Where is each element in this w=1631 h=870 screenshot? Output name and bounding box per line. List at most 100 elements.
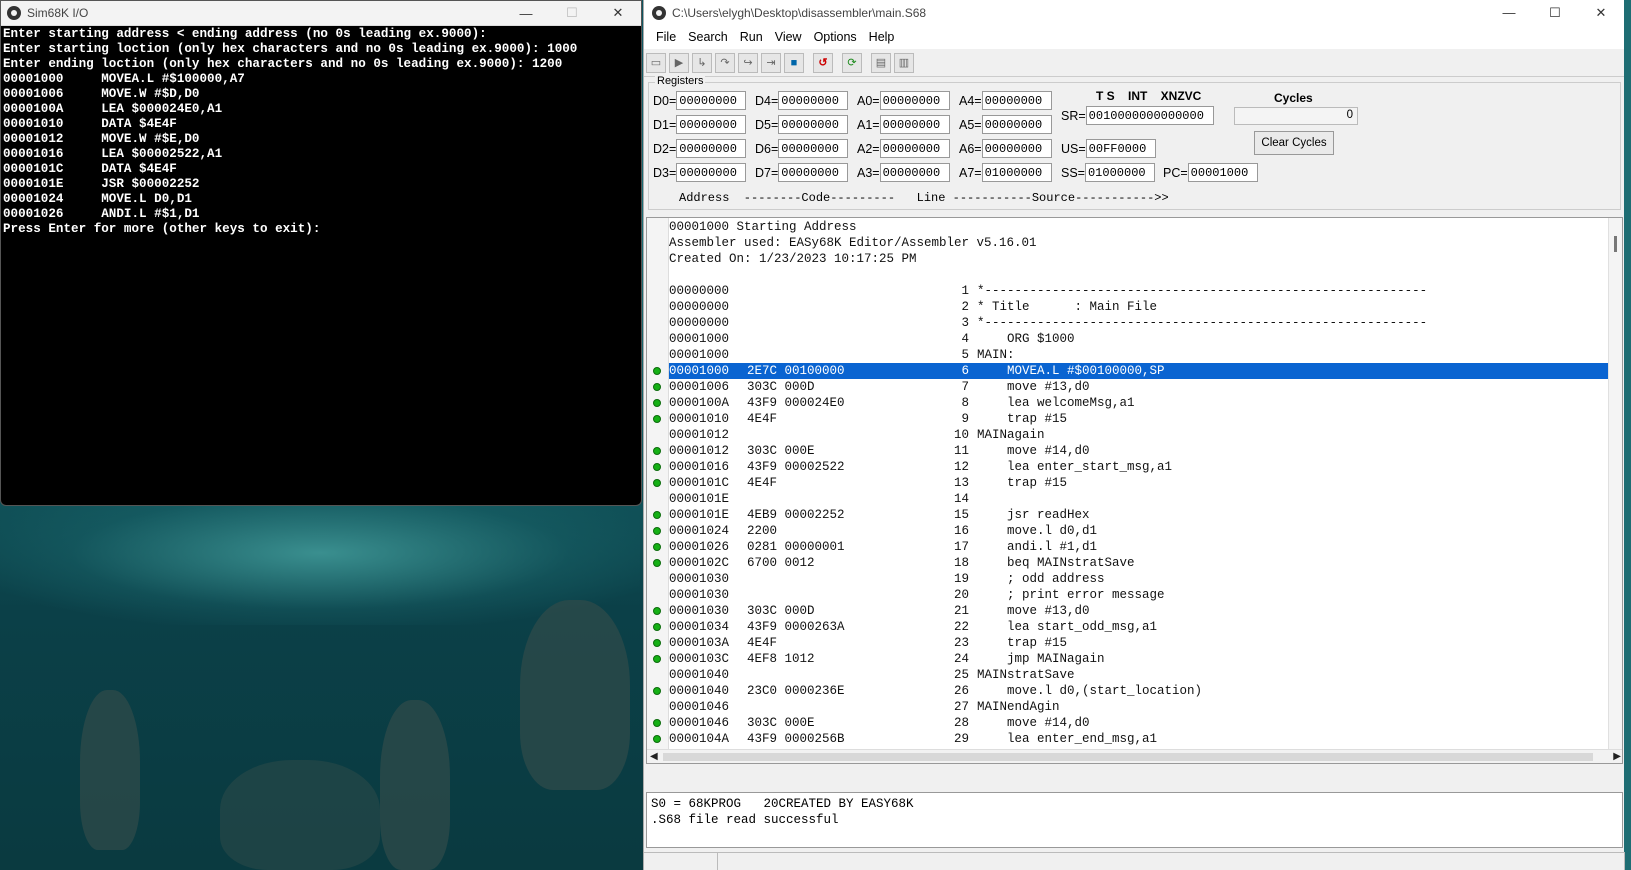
listing-row[interactable]: 00001026 0281 00000001 17 andi.l #1,d1	[653, 539, 1608, 555]
breakpoint-dot-icon[interactable]	[653, 463, 661, 471]
minimize-button[interactable]: —	[503, 1, 549, 25]
scroll-thumb[interactable]	[663, 753, 1593, 761]
breakpoint-dot-icon[interactable]	[653, 479, 661, 487]
register-a1-value[interactable]: 00000000	[879, 115, 950, 134]
menu-help[interactable]: Help	[863, 30, 901, 44]
reload-icon[interactable]: ⟳	[842, 52, 862, 73]
run-to-icon[interactable]: ↪	[738, 52, 758, 73]
listing-row[interactable]: 00001040 25 MAINstratSave	[669, 667, 1608, 683]
listing-row[interactable]: 00001030 303C 000D 21 move #13,d0	[653, 603, 1608, 619]
listing-row[interactable]: 0000103C 4EF8 1012 24 jmp MAINagain	[653, 651, 1608, 667]
breakpoint-dot-icon[interactable]	[653, 735, 661, 743]
breakpoint-dot-icon[interactable]	[653, 655, 661, 663]
scroll-thumb[interactable]	[1614, 236, 1617, 252]
register-d3-value[interactable]: 00000000	[676, 163, 747, 182]
breakpoint-dot-icon[interactable]	[653, 367, 661, 375]
breakpoint-dot-icon[interactable]	[653, 607, 661, 615]
register-d5-value[interactable]: 00000000	[778, 115, 849, 134]
vertical-scrollbar[interactable]	[1608, 218, 1622, 750]
register-us-value[interactable]: 00FF0000	[1085, 139, 1156, 158]
listing-row[interactable]: 0000100A 43F9 000024E0 8 lea welcomeMsg,a1	[653, 395, 1608, 411]
listing-row[interactable]: 00001046 303C 000E 28 move #14,d0	[653, 715, 1608, 731]
step-over-icon[interactable]: ↷	[715, 52, 735, 73]
listing-row[interactable]: 00001000 4 ORG $1000	[669, 331, 1608, 347]
breakpoint-dot-icon[interactable]	[653, 639, 661, 647]
register-sr-value[interactable]: 0010000000000000	[1085, 106, 1214, 125]
listing-row[interactable]: 00000000 1 *------------------------------…	[669, 283, 1608, 299]
listing-row[interactable]: 00001000 5 MAIN:	[669, 347, 1608, 363]
trace-icon[interactable]: ↳	[692, 52, 712, 73]
breakpoint-dot-icon[interactable]	[653, 543, 661, 551]
register-a2-value[interactable]: 00000000	[879, 139, 950, 158]
message-panel[interactable]: S0 = 68KPROG 20CREATED BY EASY68K .S68 f…	[646, 792, 1623, 848]
breakpoint-dot-icon[interactable]	[653, 415, 661, 423]
console-title-bar[interactable]: Sim68K I/O — ☐ ✕	[1, 1, 641, 26]
breakpoint-dot-icon[interactable]	[653, 687, 661, 695]
listing-row[interactable]: 0000102C 6700 0012 18 beq MAINstratSave	[653, 555, 1608, 571]
listing-row[interactable]: 0000101E 14	[669, 491, 1608, 507]
listing-row[interactable]: 0000101C 4E4F 13 trap #15	[653, 475, 1608, 491]
listing-row[interactable]: 00000000 3 *------------------------------…	[669, 315, 1608, 331]
register-a6-value[interactable]: 00000000	[981, 139, 1052, 158]
listing-row[interactable]: 00001024 2200 16 move.l d0,d1	[653, 523, 1608, 539]
scroll-left-icon[interactable]: ◀	[650, 751, 658, 762]
open-icon[interactable]: ▭	[646, 52, 666, 73]
main-title-bar[interactable]: C:\Users\elygh\Desktop\disassembler\main…	[644, 0, 1624, 25]
close-button[interactable]: ✕	[595, 1, 641, 25]
listing-row[interactable]: 00001016 43F9 00002522 12 lea enter_start_…	[653, 459, 1608, 475]
listing-row[interactable]: 00001006 303C 000D 7 move #13,d0	[653, 379, 1608, 395]
paste-icon[interactable]: ▥	[894, 52, 914, 73]
breakpoint-dot-icon[interactable]	[653, 623, 661, 631]
listing-row[interactable]: 00001034 43F9 0000263A 22 lea start_odd_ms…	[653, 619, 1608, 635]
console-window[interactable]: Sim68K I/O — ☐ ✕ Enter starting address …	[0, 0, 642, 506]
register-d6-value[interactable]: 00000000	[778, 139, 849, 158]
breakpoint-gutter[interactable]	[647, 218, 669, 763]
listing-row[interactable]: 00000000 2 * Title : Main File	[669, 299, 1608, 315]
breakpoint-dot-icon[interactable]	[653, 399, 661, 407]
pause-icon[interactable]: ■	[784, 52, 804, 73]
close-button[interactable]: ✕	[1578, 0, 1624, 25]
listing-row[interactable]: 00001030 19 ; odd address	[669, 571, 1608, 587]
breakpoint-dot-icon[interactable]	[653, 511, 661, 519]
maximize-button[interactable]: ☐	[1532, 0, 1578, 25]
listing-row[interactable]: 0000104A 43F9 0000256B 29 lea enter_end_ms…	[653, 731, 1608, 747]
listing-row[interactable]: 00001030 20 ; print error message	[669, 587, 1608, 603]
register-d4-value[interactable]: 00000000	[778, 91, 849, 110]
register-d1-value[interactable]: 00000000	[676, 115, 747, 134]
breakpoint-dot-icon[interactable]	[653, 383, 661, 391]
maximize-button[interactable]: ☐	[549, 1, 595, 25]
minimize-button[interactable]: —	[1486, 0, 1532, 25]
listing-row[interactable]: 00001012 303C 000E 11 move #14,d0	[653, 443, 1608, 459]
register-a5-value[interactable]: 00000000	[981, 115, 1052, 134]
listing-row[interactable]: 00001040 23C0 0000236E 26 move.l d0,(start…	[653, 683, 1608, 699]
menu-file[interactable]: File	[650, 30, 682, 44]
breakpoint-dot-icon[interactable]	[653, 447, 661, 455]
listing-row[interactable]: 00001000 2E7C 00100000 6 MOVEA.L #$0010000…	[653, 363, 1608, 379]
menu-search[interactable]: Search	[682, 30, 734, 44]
pause-icon[interactable]: ⇥	[761, 52, 781, 73]
simulator-window[interactable]: C:\Users\elygh\Desktop\disassembler\main…	[643, 0, 1625, 870]
console-output[interactable]: Enter starting address < ending address …	[1, 26, 641, 238]
breakpoint-dot-icon[interactable]	[653, 527, 661, 535]
register-d2-value[interactable]: 00000000	[676, 139, 747, 158]
listing-row[interactable]: 00001046 27 MAINendAgin	[669, 699, 1608, 715]
step-icon[interactable]: ▶	[669, 52, 689, 73]
listing-row[interactable]: 0000101E 4EB9 00002252 15 jsr readHex	[653, 507, 1608, 523]
listing-row[interactable]: 00001010 4E4F 9 trap #15	[653, 411, 1608, 427]
register-d0-value[interactable]: 00000000	[676, 91, 747, 110]
register-pc-value[interactable]: 00001000	[1187, 163, 1258, 182]
horizontal-scrollbar[interactable]: ◀ ▶	[647, 749, 1622, 763]
menu-view[interactable]: View	[769, 30, 808, 44]
copy-icon[interactable]: ▤	[871, 52, 891, 73]
listing-row[interactable]: 00001012 10 MAINagain	[669, 427, 1608, 443]
register-d7-value[interactable]: 00000000	[778, 163, 849, 182]
breakpoint-dot-icon[interactable]	[653, 719, 661, 727]
clear-cycles-button[interactable]: Clear Cycles	[1254, 131, 1334, 155]
register-a3-value[interactable]: 00000000	[879, 163, 950, 182]
register-a4-value[interactable]: 00000000	[981, 91, 1052, 110]
register-ss-value[interactable]: 01000000	[1084, 163, 1155, 182]
listing-row[interactable]: 0000103A 4E4F 23 trap #15	[653, 635, 1608, 651]
menu-options[interactable]: Options	[808, 30, 863, 44]
source-listing[interactable]: 00001000 Starting Address Assembler used:…	[646, 217, 1623, 764]
menu-run[interactable]: Run	[734, 30, 769, 44]
